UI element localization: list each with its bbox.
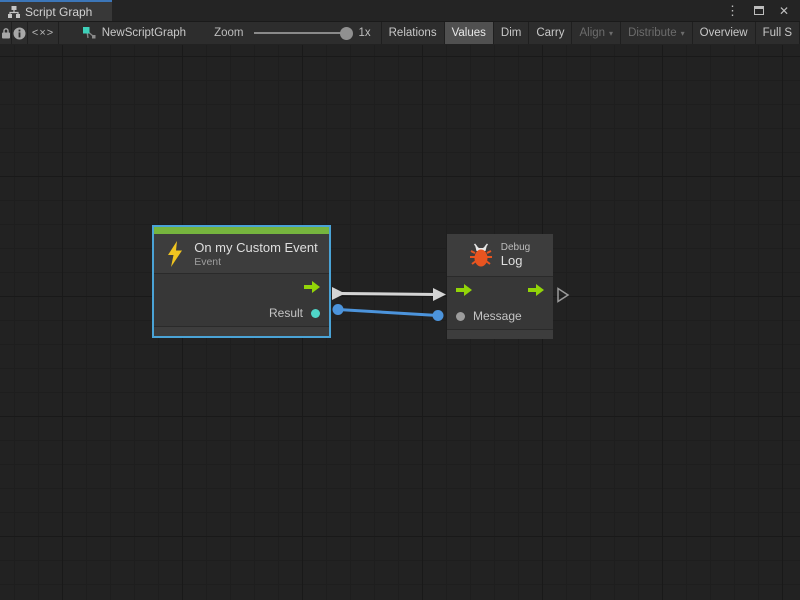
connection-layer: [0, 45, 800, 600]
value-port-dot-icon[interactable]: [456, 312, 465, 321]
value-connection-end-dot: [433, 310, 444, 321]
maximize-icon[interactable]: [754, 6, 764, 15]
graph-asset-icon: [83, 27, 96, 40]
toolbar-button-relations[interactable]: Relations: [382, 22, 445, 44]
lock-icon: [1, 27, 11, 39]
node-category: Debug: [501, 242, 530, 253]
window-controls: ⋮ ✕: [726, 0, 800, 21]
lock-button[interactable]: [0, 22, 12, 44]
trigger-ports-row: [447, 277, 553, 303]
flow-input-arrow-icon[interactable]: [456, 284, 472, 296]
script-graph-window: Script Graph ⋮ ✕ <×>: [0, 0, 800, 600]
info-icon: [13, 27, 26, 40]
toolbar-button-dim[interactable]: Dim: [494, 22, 529, 44]
toolbar-button-values[interactable]: Values: [445, 22, 494, 44]
graph-breadcrumb[interactable]: NewScriptGraph: [59, 22, 186, 44]
inspect-button[interactable]: [12, 22, 28, 44]
result-output-port[interactable]: Result: [154, 300, 329, 326]
toolbar-button-align[interactable]: Align ▾: [572, 22, 621, 44]
node-header[interactable]: On my Custom Event Event: [154, 234, 329, 273]
toolbar-button-distribute[interactable]: Distribute ▾: [621, 22, 693, 44]
node-subtitle: Event: [194, 256, 221, 268]
event-accent-bar: [154, 227, 329, 234]
node-debug-log[interactable]: Debug Log Message: [447, 234, 553, 339]
toolbar-button-group: Relations Values Dim Carry Align ▾ Distr…: [381, 22, 800, 44]
zoom-slider[interactable]: [254, 32, 346, 34]
graph-canvas[interactable]: On my Custom Event Event Result: [0, 45, 800, 600]
node-footer: [154, 326, 329, 336]
node-header[interactable]: Debug Log: [447, 234, 553, 276]
node-footer: [447, 329, 553, 339]
value-port-dot-icon[interactable]: [311, 309, 320, 318]
tab-script-graph[interactable]: Script Graph: [0, 0, 112, 21]
flow-arrow-icon: [304, 281, 320, 293]
zoom-label: Zoom: [214, 27, 243, 39]
tab-title: Script Graph: [25, 5, 92, 19]
bug-icon: [470, 243, 492, 267]
node-title: Log: [501, 253, 523, 268]
port-label: Result: [269, 306, 303, 320]
chevron-down-icon: ▾: [609, 29, 613, 38]
flow-arrow-end: [433, 288, 446, 301]
value-connection[interactable]: [333, 304, 444, 321]
edit-source-button[interactable]: <×>: [28, 22, 58, 44]
zoom-slider-handle[interactable]: [340, 27, 353, 40]
zoom-value: 1x: [358, 27, 370, 39]
flow-connection[interactable]: [332, 287, 446, 301]
graph-name: NewScriptGraph: [102, 27, 186, 39]
more-icon[interactable]: ⋮: [726, 4, 739, 17]
toolbar-button-overview[interactable]: Overview: [693, 22, 756, 44]
angle-brackets-x-icon: <×>: [32, 27, 54, 39]
tab-bar: Script Graph ⋮ ✕: [0, 0, 800, 22]
close-icon[interactable]: ✕: [779, 5, 789, 17]
flow-output-arrow-icon[interactable]: [528, 284, 544, 296]
lightning-icon: [165, 241, 185, 267]
zoom-control: Zoom 1x: [214, 22, 371, 44]
toolbar-button-full-screen[interactable]: Full S: [756, 22, 800, 44]
node-title: On my Custom Event: [194, 240, 318, 255]
node-on-my-custom-event[interactable]: On my Custom Event Event Result: [152, 225, 331, 338]
port-label: Message: [473, 309, 522, 323]
unconnected-flow-port-icon[interactable]: [558, 289, 568, 302]
chevron-down-icon: ▾: [681, 29, 685, 38]
value-connection-start-dot: [333, 304, 344, 315]
script-graph-icon: [8, 6, 20, 18]
toolbar-button-carry[interactable]: Carry: [529, 22, 572, 44]
flow-arrow-start: [332, 287, 345, 300]
trigger-output-port[interactable]: [154, 274, 329, 300]
message-input-port[interactable]: Message: [447, 303, 553, 329]
graph-toolbar: <×> NewScriptGraph Zoom 1x Relations Val…: [0, 22, 800, 44]
